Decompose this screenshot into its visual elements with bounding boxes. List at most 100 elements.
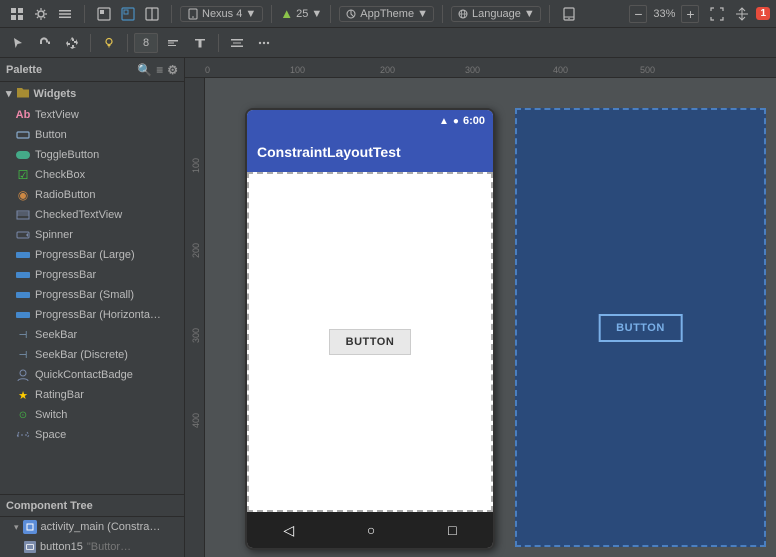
- settings-icon-button[interactable]: [30, 5, 52, 23]
- align-button[interactable]: [225, 33, 249, 53]
- palette-item-progressbar-horizontal[interactable]: ProgressBar (Horizonta…: [0, 305, 184, 325]
- seekbar-icon: ⊣: [16, 328, 30, 342]
- toolbar-sep-3: [271, 5, 272, 23]
- signal-icon: ●: [453, 116, 459, 127]
- progressbar-small-icon: [16, 288, 30, 302]
- palette-item-label: ProgressBar (Large): [35, 249, 135, 261]
- language-selector[interactable]: Language ▼: [451, 6, 541, 22]
- component-tree-activity[interactable]: ▾ activity_main (Constra…: [0, 517, 184, 537]
- palette-section-widgets[interactable]: ▾ Widgets: [0, 82, 184, 105]
- pan-button[interactable]: [731, 5, 753, 23]
- layout-up-button[interactable]: [161, 33, 185, 53]
- palette-item-progressbar-large[interactable]: ProgressBar (Large): [0, 245, 184, 265]
- palette-item-label: ProgressBar (Horizonta…: [35, 309, 161, 321]
- cursor-tool-button[interactable]: [6, 33, 30, 53]
- move-tool-button[interactable]: [60, 33, 84, 53]
- palette-item-togglebutton[interactable]: ToggleButton: [0, 145, 184, 165]
- palette-item-seekbar-discrete[interactable]: ⊣ SeekBar (Discrete): [0, 345, 184, 365]
- phone-button[interactable]: BUTTON: [329, 329, 412, 355]
- palette-item-progressbar-small[interactable]: ProgressBar (Small): [0, 285, 184, 305]
- ruler-mark-300: 300: [465, 65, 480, 75]
- more-options-button[interactable]: [54, 5, 76, 23]
- nexus-label: Nexus 4: [202, 8, 242, 20]
- palette-item-quickcontactbadge[interactable]: QuickContactBadge: [0, 365, 184, 385]
- zoom-in-button[interactable]: +: [681, 5, 699, 23]
- quickcontactbadge-icon: [16, 368, 30, 382]
- app-title: ConstraintLayoutTest: [257, 144, 401, 160]
- android-version-label: 25: [296, 8, 308, 20]
- palette-item-ratingbar[interactable]: ★ RatingBar: [0, 385, 184, 405]
- palette-gear-icon[interactable]: ⚙: [167, 63, 178, 77]
- second-toolbar-sep-1: [90, 34, 91, 52]
- split-view-button[interactable]: [141, 5, 163, 23]
- progressbar-icon: [16, 268, 30, 282]
- blueprint-view-button[interactable]: [117, 5, 139, 23]
- palette-item-spinner[interactable]: Spinner: [0, 225, 184, 245]
- blueprint-button[interactable]: BUTTON: [598, 314, 683, 342]
- android-version-selector[interactable]: ▲ 25 ▼: [280, 6, 322, 21]
- phone-nav-bar: ◁ ○ □: [247, 512, 493, 548]
- font-size-input[interactable]: [134, 33, 158, 53]
- home-button[interactable]: ○: [367, 522, 375, 538]
- app-theme-selector[interactable]: AppTheme ▼: [339, 6, 434, 22]
- top-toolbar: Nexus 4 ▼ ▲ 25 ▼ AppTheme ▼ Language ▼ −…: [0, 0, 776, 28]
- ruler-top: 0 100 200 300 400 500: [185, 58, 776, 78]
- blueprint-area: BUTTON: [515, 108, 766, 547]
- toolbar-sep-5: [442, 5, 443, 23]
- toolbar-left-group: [6, 5, 76, 23]
- palette-item-switch[interactable]: ⊙ Switch: [0, 405, 184, 425]
- palette-list: ▾ Widgets Ab TextView Button: [0, 82, 184, 494]
- app-theme-label: AppTheme: [360, 8, 414, 20]
- component-tree-title: Component Tree: [6, 500, 93, 512]
- palette-item-textview[interactable]: Ab TextView: [0, 105, 184, 125]
- textview-icon: Ab: [16, 108, 30, 122]
- palette-item-checkbox[interactable]: ☑ CheckBox: [0, 165, 184, 185]
- main-area: Palette 🔍 ≡ ⚙ ▾ Widgets Ab TextView: [0, 58, 776, 557]
- toolbar-sep-2: [171, 5, 172, 23]
- button-icon: [16, 128, 30, 142]
- palette-item-progressbar[interactable]: ProgressBar: [0, 265, 184, 285]
- palette-item-checkedtextview[interactable]: CheckedTextView: [0, 205, 184, 225]
- zoom-percent: 33%: [650, 8, 678, 20]
- language-label: Language: [472, 8, 521, 20]
- palette-toggle-button[interactable]: [6, 5, 28, 23]
- ratingbar-icon: ★: [16, 388, 30, 402]
- palette-item-seekbar[interactable]: ⊣ SeekBar: [0, 325, 184, 345]
- palette-header: Palette 🔍 ≡ ⚙: [0, 58, 184, 82]
- component-tree-button15[interactable]: button15 "Buttor…: [0, 537, 184, 557]
- togglebutton-icon: [16, 148, 30, 162]
- second-toolbar: [0, 28, 776, 58]
- progressbar-large-icon: [16, 248, 30, 262]
- checkbox-icon: ☑: [16, 168, 30, 182]
- device-view-button[interactable]: [558, 5, 580, 23]
- palette-item-label: ProgressBar: [35, 269, 96, 281]
- phone-content: BUTTON: [247, 172, 493, 512]
- ruler-left-mark-300: 300: [191, 328, 201, 343]
- fit-screen-button[interactable]: [706, 5, 728, 23]
- palette-item-radiobutton[interactable]: ◉ RadioButton: [0, 185, 184, 205]
- magnet-tool-button[interactable]: [33, 33, 57, 53]
- text-button[interactable]: [188, 33, 212, 53]
- palette-search-icon[interactable]: 🔍: [137, 63, 152, 77]
- palette-view-icon[interactable]: ≡: [156, 63, 163, 77]
- recents-button[interactable]: □: [448, 522, 456, 538]
- ruler-mark-200: 200: [380, 65, 395, 75]
- palette-item-space[interactable]: Space: [0, 425, 184, 445]
- button15-label: button15: [40, 541, 83, 553]
- nexus-device-selector[interactable]: Nexus 4 ▼: [180, 6, 263, 22]
- palette-item-label: ProgressBar (Small): [35, 289, 134, 301]
- app-theme-arrow: ▼: [417, 8, 428, 20]
- bulb-button[interactable]: [97, 33, 121, 53]
- zoom-out-button[interactable]: −: [629, 5, 647, 23]
- component-tree-header: Component Tree: [0, 495, 184, 517]
- switch-icon: ⊙: [16, 408, 30, 422]
- palette-item-label: RatingBar: [35, 389, 84, 401]
- palette-item-button[interactable]: Button: [0, 125, 184, 145]
- back-button[interactable]: ◁: [283, 522, 294, 539]
- space-icon: [16, 428, 30, 442]
- more-actions-button[interactable]: [252, 33, 276, 53]
- spinner-icon: [16, 228, 30, 242]
- design-view-button[interactable]: [93, 5, 115, 23]
- language-arrow: ▼: [524, 8, 535, 20]
- palette-item-label: TextView: [35, 109, 79, 121]
